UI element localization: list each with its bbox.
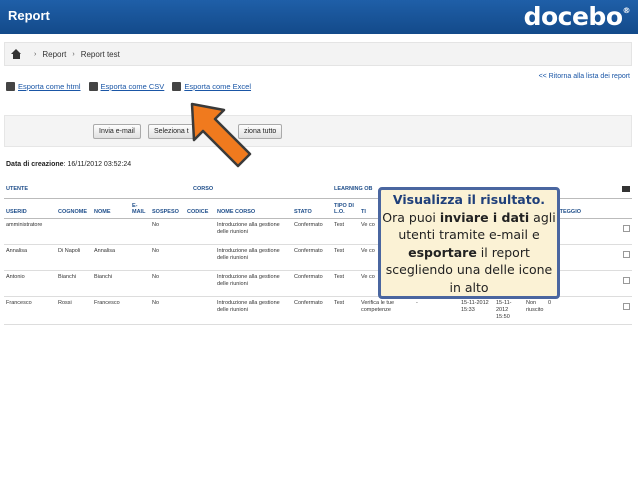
cell-select xyxy=(594,218,632,245)
cell-corso: Introduzione alla gestione delle riunion… xyxy=(215,270,292,297)
cell-stato: Confermato xyxy=(292,270,332,297)
cell-nome: Bianchi xyxy=(92,270,130,297)
breadcrumb-separator: › xyxy=(34,50,37,58)
cell-codice xyxy=(185,218,215,245)
col-nome[interactable]: NOME xyxy=(92,198,130,219)
cell-select xyxy=(594,296,632,325)
export-html-link[interactable]: Esporta come html xyxy=(6,82,81,91)
cell-corso: Introduzione alla gestione delle riunion… xyxy=(215,218,292,245)
row-checkbox[interactable] xyxy=(623,224,630,232)
cell-tipo: Test xyxy=(332,270,359,297)
breadcrumb-separator: › xyxy=(72,50,75,58)
cell-email xyxy=(130,296,150,325)
cell-corso: Introduzione alla gestione delle riunion… xyxy=(215,244,292,271)
registered-mark: ® xyxy=(622,6,631,15)
group-menu xyxy=(594,185,632,199)
cell-userid: Francesco xyxy=(4,296,56,325)
cell-cognome: Di Napoli xyxy=(56,244,92,271)
callout-emphasis-send: inviare i dati xyxy=(439,209,530,225)
cell-userid: Annalisa xyxy=(4,244,56,271)
col-stato[interactable]: STATO xyxy=(292,198,332,219)
cell-email xyxy=(130,270,150,297)
cell-cognome: Rossi xyxy=(56,296,92,325)
group-course: CORSO xyxy=(193,185,332,199)
back-to-report-list-link[interactable]: << Ritorna alla lista dei report xyxy=(539,73,630,80)
cell-corso: Introduzione alla gestione delle riunion… xyxy=(215,296,292,325)
cell-email xyxy=(130,244,150,271)
csv-export-icon xyxy=(88,82,98,91)
col-cognome[interactable]: COGNOME xyxy=(56,198,92,219)
html-export-icon xyxy=(6,82,15,91)
creation-date-label: Data di creazione xyxy=(6,161,64,168)
col-nome-corso[interactable]: NOME CORSO xyxy=(215,198,292,219)
row-checkbox[interactable] xyxy=(623,276,630,284)
cell-codice xyxy=(185,296,215,325)
row-checkbox[interactable] xyxy=(623,250,630,258)
col-email[interactable]: E-MAIL xyxy=(130,198,150,219)
cell-nome: Francesco xyxy=(92,296,130,325)
creation-date: Data di creazione: 16/11/2012 03:52:24 xyxy=(6,161,131,168)
breadcrumb-item-report[interactable]: Report xyxy=(42,50,66,59)
cell-cognome xyxy=(56,218,92,245)
cell-userid: amministratore xyxy=(4,218,56,245)
col-tipo-lo[interactable]: TIPO DI L.O. xyxy=(332,198,359,219)
tutorial-callout: Visualizza il risultato. Ora puoi inviar… xyxy=(378,187,560,299)
cell-tipo: Test xyxy=(332,244,359,271)
cell-sospeso: No xyxy=(150,296,185,325)
cell-select xyxy=(594,244,632,271)
cell-nome: Annalisa xyxy=(92,244,130,271)
cell-nome xyxy=(92,218,130,245)
export-csv-link[interactable]: Esporta come CSV xyxy=(88,82,165,91)
docebo-logo: docebo® xyxy=(523,2,631,31)
cell-tipo: Test xyxy=(332,218,359,245)
cell-select xyxy=(594,270,632,297)
callout-emphasis-export: esportare xyxy=(408,244,477,260)
cell-extra: 15-11-2012 15:50 xyxy=(494,296,524,325)
table-row: Francesco Rossi Francesco No Introduzion… xyxy=(4,296,632,325)
cell-score: 0 xyxy=(546,296,594,325)
group-user: UTENTE xyxy=(4,185,215,199)
callout-heading: Visualizza il risultato. xyxy=(392,192,546,207)
cell-extra: - xyxy=(414,296,459,325)
cell-stato: Confermato xyxy=(292,296,332,325)
cell-extra: 15-11-2012 15:33 xyxy=(459,296,494,325)
cell-sospeso: No xyxy=(150,270,185,297)
cell-codice xyxy=(185,270,215,297)
col-userid[interactable]: USERID xyxy=(4,198,56,219)
breadcrumb-item-current: Report test xyxy=(80,49,120,59)
send-email-button[interactable]: Invia e-mail xyxy=(93,124,141,139)
pointer-arrow-icon xyxy=(190,102,252,168)
export-html-label: Esporta come html xyxy=(18,82,81,91)
callout-text: Ora puoi xyxy=(382,209,440,225)
cell-sospeso: No xyxy=(150,218,185,245)
brand-name: docebo xyxy=(523,2,623,31)
cell-lo: Verifica le tue competenze xyxy=(359,296,414,325)
report-toolbar: Invia e-mail Seleziona t ziona tutto xyxy=(4,115,632,147)
cell-email xyxy=(130,218,150,245)
export-csv-label: Esporta come CSV xyxy=(100,82,165,91)
col-codice[interactable]: CODICE xyxy=(185,198,215,219)
group-course-label: CORSO xyxy=(193,186,214,192)
callout-body: Ora puoi inviare i dati agli utenti tram… xyxy=(381,209,557,297)
col-select xyxy=(594,198,632,219)
row-checkbox[interactable] xyxy=(623,302,630,310)
breadcrumb: › Report › Report test xyxy=(4,42,632,66)
cell-stato: Confermato xyxy=(292,218,332,245)
cell-tipo: Test xyxy=(332,296,359,325)
menu-icon[interactable] xyxy=(622,186,630,192)
creation-date-value: : 16/11/2012 03:52:24 xyxy=(63,161,132,168)
cell-userid: Antonio xyxy=(4,270,56,297)
col-sospeso[interactable]: SOSPESO xyxy=(150,198,185,219)
home-icon[interactable] xyxy=(11,49,22,59)
cell-extra: Non riuscito xyxy=(524,296,546,325)
cell-codice xyxy=(185,244,215,271)
slide-title: Report xyxy=(8,8,50,23)
cell-stato: Confermato xyxy=(292,244,332,271)
slide-header: Report docebo® xyxy=(0,0,638,34)
cell-cognome: Bianchi xyxy=(56,270,92,297)
cell-sospeso: No xyxy=(150,244,185,271)
